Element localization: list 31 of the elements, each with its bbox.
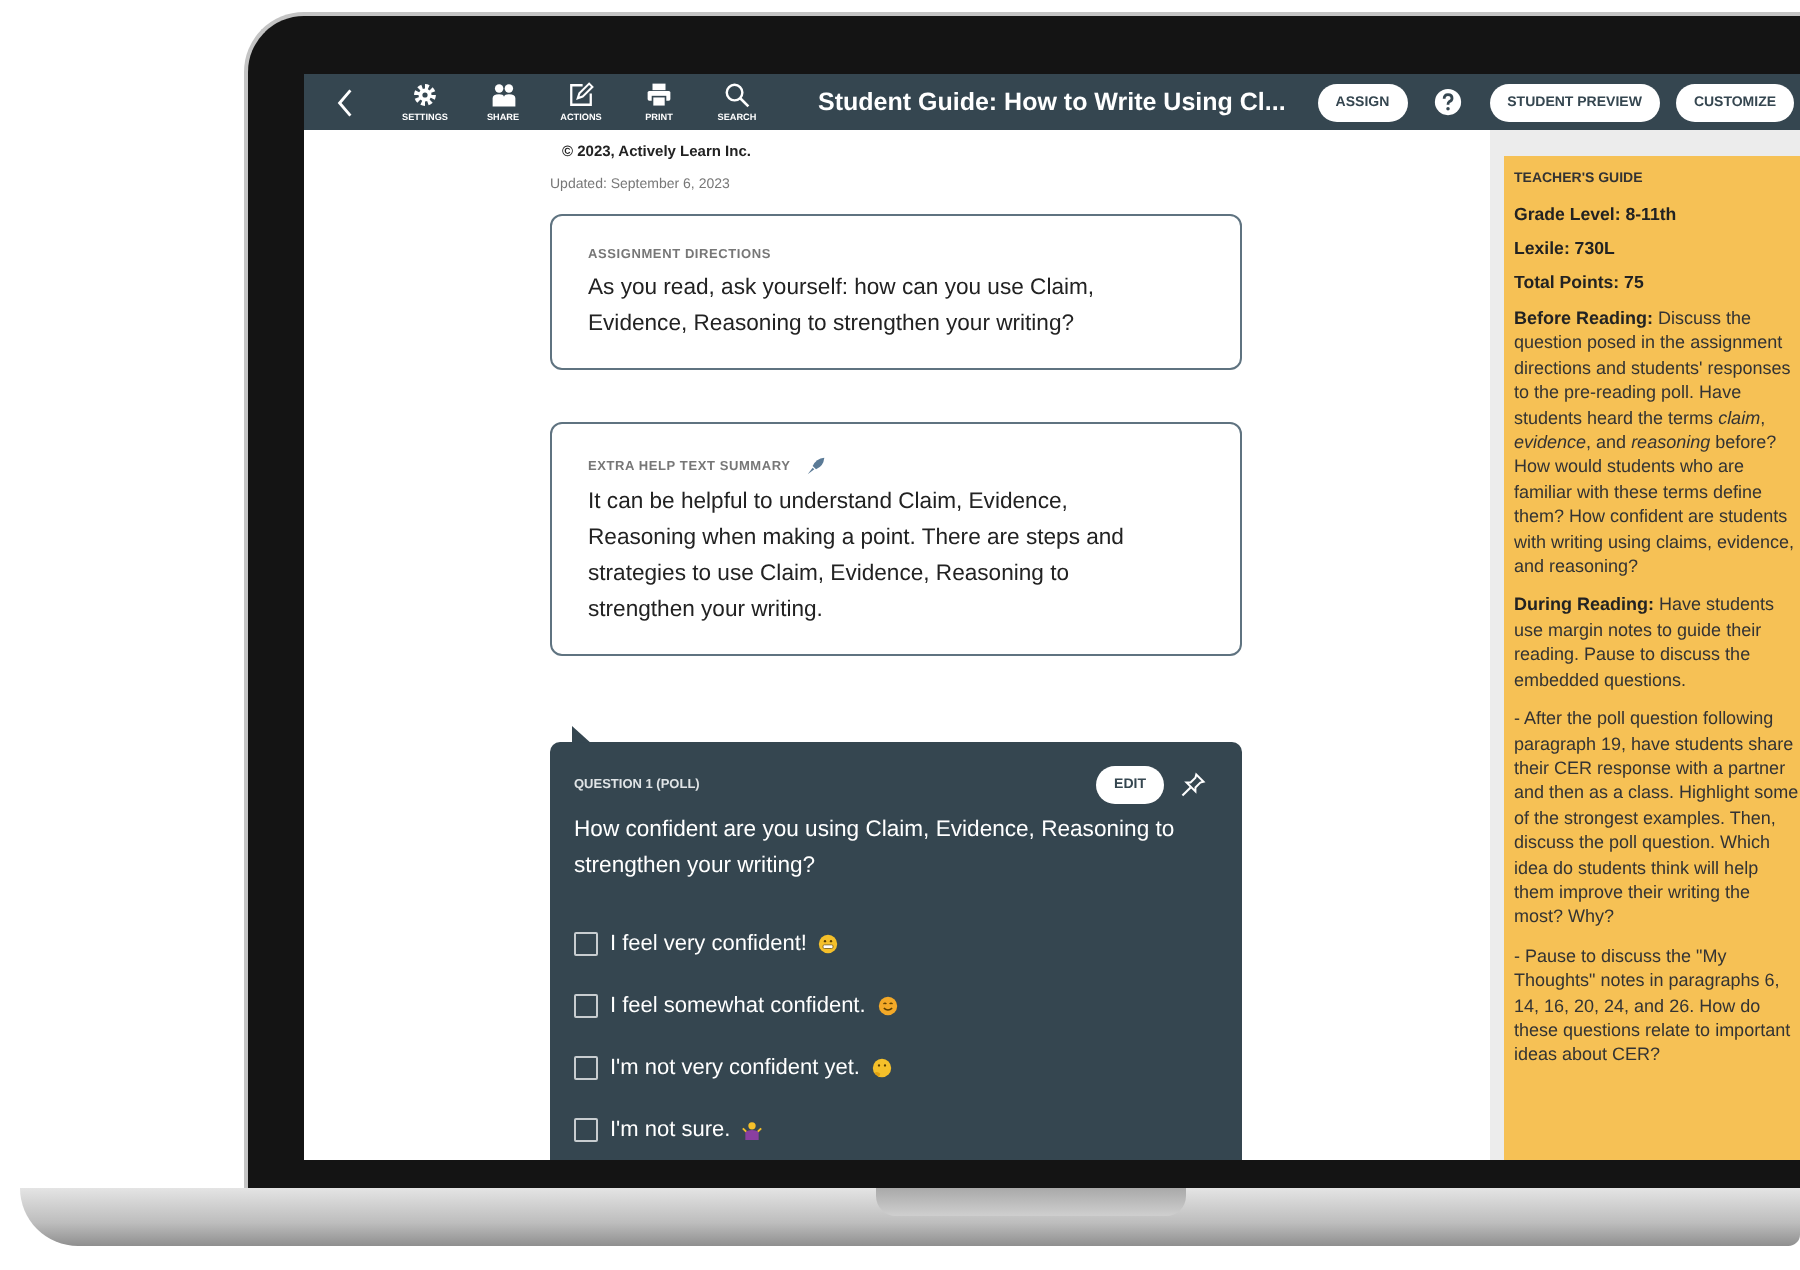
- shrugging-person-icon: [742, 1120, 763, 1140]
- option-checkbox[interactable]: [574, 932, 598, 956]
- card-text: It can be helpful to understand Claim, Evidence, Reasoning when making a point. There are steps and strategies to use Claim, Evidence, Reasoning to strengthen your writing.: [588, 488, 1126, 626]
- option-label: I'm not sure.: [610, 1118, 731, 1142]
- thinking-face-icon: [872, 1058, 892, 1078]
- gear-icon: [412, 82, 438, 108]
- guide-fact: Grade Level: 8-11th: [1514, 204, 1679, 224]
- document-title: Student Guide: How to Write Using Cl...: [818, 88, 1286, 116]
- option-label: I'm not very confident yet.: [610, 1056, 860, 1080]
- guide-paragraph: Before Reading: Discuss the question posed in the assignment directions and students' responses to the pre-reading poll. Have students heard the terms claim, evidence, and reasoning before? How would students who are familiar with these terms define them? How confident are students with writing using claims, evidence, and reasoning?: [1514, 306, 1797, 579]
- guide-paragraph: During Reading: Have students use margin notes to guide their reading. Pause to discuss the embedded questions.: [1514, 592, 1777, 693]
- printer-icon: [646, 82, 672, 108]
- pin-icon[interactable]: [1180, 772, 1206, 798]
- option-label: I feel very confident!: [610, 932, 807, 956]
- question-text: How confident are you using Claim, Evidence, Reasoning to strengthen your writing?: [574, 816, 1177, 882]
- card-text: As you read, ask yourself: how can you use Claim, Evidence, Reasoning to strengthen your writing?: [588, 274, 1097, 340]
- help-icon[interactable]: [1433, 88, 1462, 116]
- edit-icon: [568, 82, 594, 108]
- people-icon: [489, 82, 517, 108]
- search-icon: [724, 82, 750, 108]
- guide-fact: Lexile: 730L: [1514, 238, 1617, 258]
- guide-fact: Total Points: 75: [1514, 272, 1646, 292]
- guide-paragraph: - After the poll question following paragraph 19, have students share their CER response with a partner and then as a class. Highlight some of the strongest examples. Then, discuss the poll question. Which idea do students think will help them improve their writing the most? Why?: [1514, 706, 1800, 930]
- guide-paragraph: - Pause to discuss the "My Thoughts" notes in paragraphs 6, 14, 16, 20, 24, and 26. How do these questions relate to important ideas about CER?: [1514, 943, 1793, 1068]
- smiling-face-icon: [877, 996, 898, 1016]
- grimacing-face-icon: [818, 934, 839, 954]
- option-checkbox[interactable]: [574, 1056, 598, 1080]
- back-icon[interactable]: [336, 87, 354, 117]
- option-label: I feel somewhat confident.: [610, 994, 866, 1018]
- option-checkbox[interactable]: [574, 994, 598, 1018]
- option-checkbox[interactable]: [574, 1118, 598, 1142]
